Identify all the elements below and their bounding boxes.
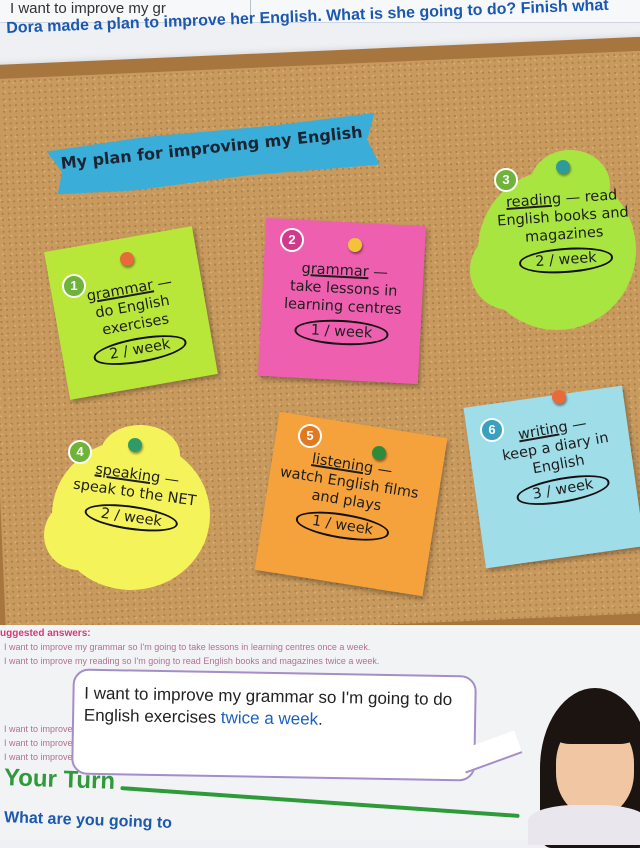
pin-icon (556, 160, 570, 174)
girl-bangs (554, 704, 636, 744)
pin-icon (552, 390, 566, 404)
note-dash-4: — (159, 470, 181, 490)
note-text-3: reading — read English books and magazin… (487, 185, 640, 278)
pin-icon (348, 238, 362, 252)
pin-icon (128, 438, 142, 452)
note-text-2: grammar — take lessons in learning centr… (266, 258, 420, 348)
bubble-highlight-text: twice a week (220, 708, 319, 729)
note-number-3: 3 (494, 168, 518, 192)
suggested-answer-2: I want to improve my reading so I'm goin… (4, 656, 380, 666)
note-number-5: 5 (298, 424, 322, 448)
note-dash-2: — (368, 264, 389, 282)
pin-icon (372, 446, 386, 460)
note-dash-1: — (151, 274, 174, 294)
bubble-end-text: . (317, 709, 324, 729)
note-skill-2: grammar (301, 260, 370, 281)
suggested-answers-label: uggested answers: (0, 628, 91, 639)
note-activity-2: take lessons in learning centres (283, 278, 402, 319)
girl-shirt (528, 805, 640, 845)
speech-bubble-text: I want to improve my grammar so I'm goin… (84, 683, 470, 734)
suggested-answer-1: I want to improve my grammar so I'm goin… (4, 642, 371, 652)
note-dash-3: — read (560, 187, 618, 208)
note-dash-6: — (566, 415, 588, 435)
note-skill-3: reading (505, 191, 562, 211)
note-number-2: 2 (280, 228, 304, 252)
pin-icon (120, 252, 134, 266)
note-frequency-2: 1 / week (294, 317, 389, 347)
note-activity-3: English books and magazines (496, 204, 630, 246)
your-turn-heading: Your Turn (3, 764, 116, 795)
note-dash-5: — (371, 460, 394, 480)
note-activity-6: keep a diary in English (501, 430, 610, 478)
